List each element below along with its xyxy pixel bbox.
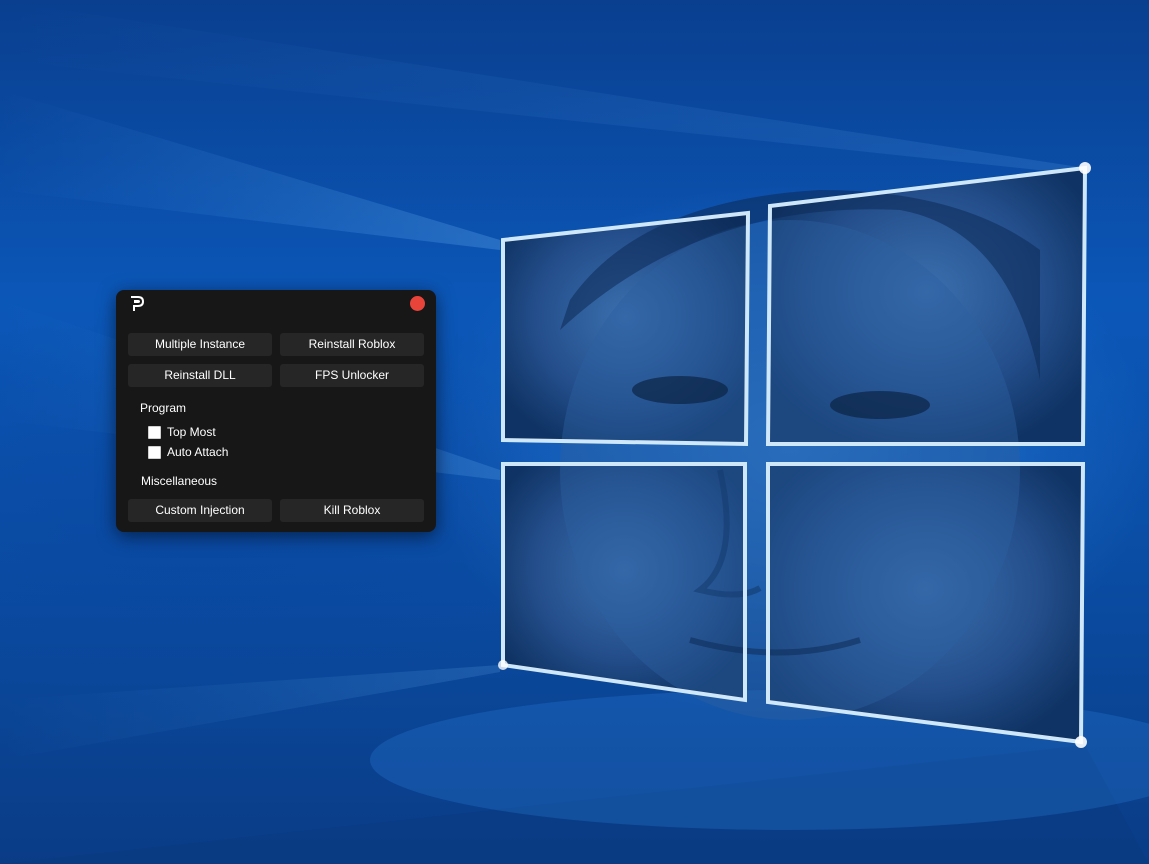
auto-attach-label: Auto Attach	[167, 445, 229, 459]
reinstall-roblox-button[interactable]: Reinstall Roblox	[280, 333, 424, 356]
p-logo-icon	[131, 296, 145, 311]
reinstall-dll-button[interactable]: Reinstall DLL	[128, 364, 272, 387]
top-most-checkbox-row[interactable]: Top Most	[148, 424, 216, 440]
custom-injection-button[interactable]: Custom Injection	[128, 499, 272, 522]
desktop-wallpaper: Multiple Instance Reinstall Roblox Reins…	[0, 0, 1149, 864]
program-section-label: Program	[140, 401, 187, 415]
close-icon[interactable]	[410, 296, 425, 311]
miscellaneous-section-label: Miscellaneous	[141, 474, 218, 488]
multiple-instance-button[interactable]: Multiple Instance	[128, 333, 272, 356]
top-most-checkbox[interactable]	[148, 425, 161, 439]
title-bar[interactable]	[116, 290, 436, 318]
auto-attach-checkbox-row[interactable]: Auto Attach	[148, 444, 228, 460]
top-most-label: Top Most	[167, 425, 216, 439]
auto-attach-checkbox[interactable]	[148, 445, 161, 459]
kill-roblox-button[interactable]: Kill Roblox	[280, 499, 424, 522]
app-window: Multiple Instance Reinstall Roblox Reins…	[116, 290, 436, 532]
fps-unlocker-button[interactable]: FPS Unlocker	[280, 364, 424, 387]
